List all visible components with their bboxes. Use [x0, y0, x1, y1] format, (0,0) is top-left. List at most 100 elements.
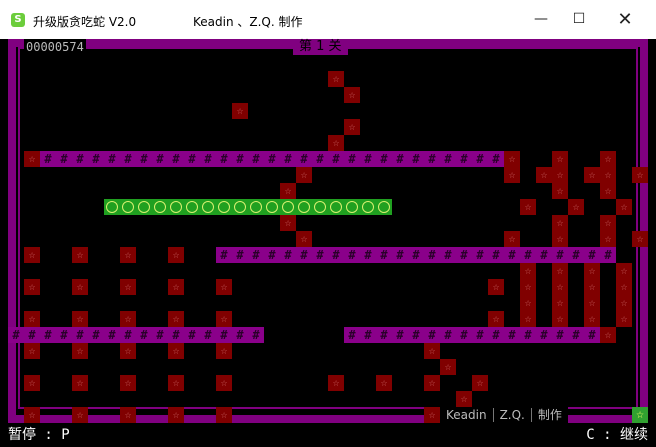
brick-block: ☆	[72, 311, 88, 327]
brick-block: ☆	[216, 311, 232, 327]
brick-block: ☆	[600, 231, 616, 247]
brick-block: ☆	[24, 407, 40, 423]
brick-block: ☆	[328, 375, 344, 391]
brick-block: ☆	[216, 343, 232, 359]
wall-segment: #	[344, 247, 360, 263]
wall-segment: #	[248, 151, 264, 167]
wall-segment: #	[568, 327, 584, 343]
wall-segment: #	[88, 151, 104, 167]
snake-segment	[152, 199, 168, 215]
snake-segment	[280, 199, 296, 215]
wall-segment: #	[376, 327, 392, 343]
brick-block: ☆	[72, 375, 88, 391]
wall-segment: #	[376, 151, 392, 167]
inner-border	[18, 47, 638, 409]
window-author: Keadin 、Z.Q. 制作	[193, 15, 303, 29]
snake-segment	[136, 199, 152, 215]
brick-block: ☆	[616, 295, 632, 311]
brick-block: ☆	[72, 279, 88, 295]
brick-block: ☆	[168, 343, 184, 359]
status-bar: 暂停 : P C : 继续	[0, 423, 656, 447]
brick-block: ☆	[552, 183, 568, 199]
brick-block: ☆	[120, 247, 136, 263]
brick-block: ☆	[632, 167, 648, 183]
brick-block: ☆	[552, 279, 568, 295]
brick-block: ☆	[584, 311, 600, 327]
wall-segment: #	[168, 151, 184, 167]
score-display: 00000574	[24, 39, 86, 55]
brick-block: ☆	[504, 167, 520, 183]
wall-segment: #	[56, 151, 72, 167]
wall-segment: #	[248, 327, 264, 343]
brick-block: ☆	[72, 247, 88, 263]
brick-block: ☆	[584, 263, 600, 279]
brick-block: ☆	[120, 375, 136, 391]
wall-segment: #	[88, 327, 104, 343]
snake-segment	[344, 199, 360, 215]
wall-segment: #	[72, 327, 88, 343]
brick-block: ☆	[168, 279, 184, 295]
brick-block: ☆	[616, 279, 632, 295]
brick-block: ☆	[120, 407, 136, 423]
wall-segment: #	[488, 151, 504, 167]
wall-segment: #	[584, 327, 600, 343]
brick-block: ☆	[328, 135, 344, 151]
brick-block: ☆	[296, 167, 312, 183]
brick-block: ☆	[344, 87, 360, 103]
wall-segment: #	[56, 327, 72, 343]
snake-segment	[216, 199, 232, 215]
brick-block: ☆	[216, 407, 232, 423]
snake-segment	[168, 199, 184, 215]
wall-segment: #	[424, 151, 440, 167]
wall-segment: #	[216, 327, 232, 343]
brick-block: ☆	[440, 359, 456, 375]
brick-block: ☆	[584, 279, 600, 295]
wall-segment: #	[216, 247, 232, 263]
brick-block: ☆	[280, 215, 296, 231]
title-bar[interactable]: S 升级版贪吃蛇 V2.0 Keadin 、Z.Q. 制作 — ☐ ✕	[0, 0, 656, 39]
brick-block: ☆	[552, 263, 568, 279]
wall-segment: #	[104, 151, 120, 167]
brick-block: ☆	[344, 119, 360, 135]
wall-segment: #	[424, 327, 440, 343]
brick-block: ☆	[616, 311, 632, 327]
pause-hint: 暂停 : P	[8, 427, 70, 443]
close-button[interactable]: ✕	[602, 0, 648, 39]
wall-segment: #	[472, 151, 488, 167]
brick-block: ☆	[120, 279, 136, 295]
wall-segment: #	[152, 327, 168, 343]
wall-segment: #	[552, 247, 568, 263]
brick-block: ☆	[600, 167, 616, 183]
wall-segment: #	[488, 247, 504, 263]
brick-block: ☆	[120, 311, 136, 327]
snake-app-icon: S	[11, 13, 25, 27]
snake-segment	[184, 199, 200, 215]
wall-segment: #	[472, 247, 488, 263]
brick-block: ☆	[472, 375, 488, 391]
window-title: 升级版贪吃蛇 V2.0	[33, 15, 137, 29]
wall-segment: #	[104, 327, 120, 343]
brick-block: ☆	[120, 343, 136, 359]
brick-block: ☆	[280, 183, 296, 199]
wall-segment: #	[472, 327, 488, 343]
wall-segment: #	[152, 151, 168, 167]
wall-segment: #	[344, 327, 360, 343]
continue-hint: C : 继续	[586, 427, 648, 443]
wall-segment: #	[504, 247, 520, 263]
wall-segment: #	[296, 247, 312, 263]
wall-segment: #	[456, 247, 472, 263]
wall-segment: #	[200, 151, 216, 167]
brick-block: ☆	[600, 151, 616, 167]
brick-block: ☆	[24, 343, 40, 359]
brick-block: ☆	[520, 279, 536, 295]
brick-block: ☆	[552, 231, 568, 247]
brick-block: ☆	[168, 407, 184, 423]
brick-block: ☆	[568, 199, 584, 215]
snake-segment	[120, 199, 136, 215]
wall-segment: #	[568, 247, 584, 263]
brick-block: ☆	[168, 311, 184, 327]
brick-block: ☆	[504, 151, 520, 167]
wall-segment: #	[360, 247, 376, 263]
maximize-button[interactable]: ☐	[556, 0, 602, 39]
wall-segment: #	[280, 247, 296, 263]
